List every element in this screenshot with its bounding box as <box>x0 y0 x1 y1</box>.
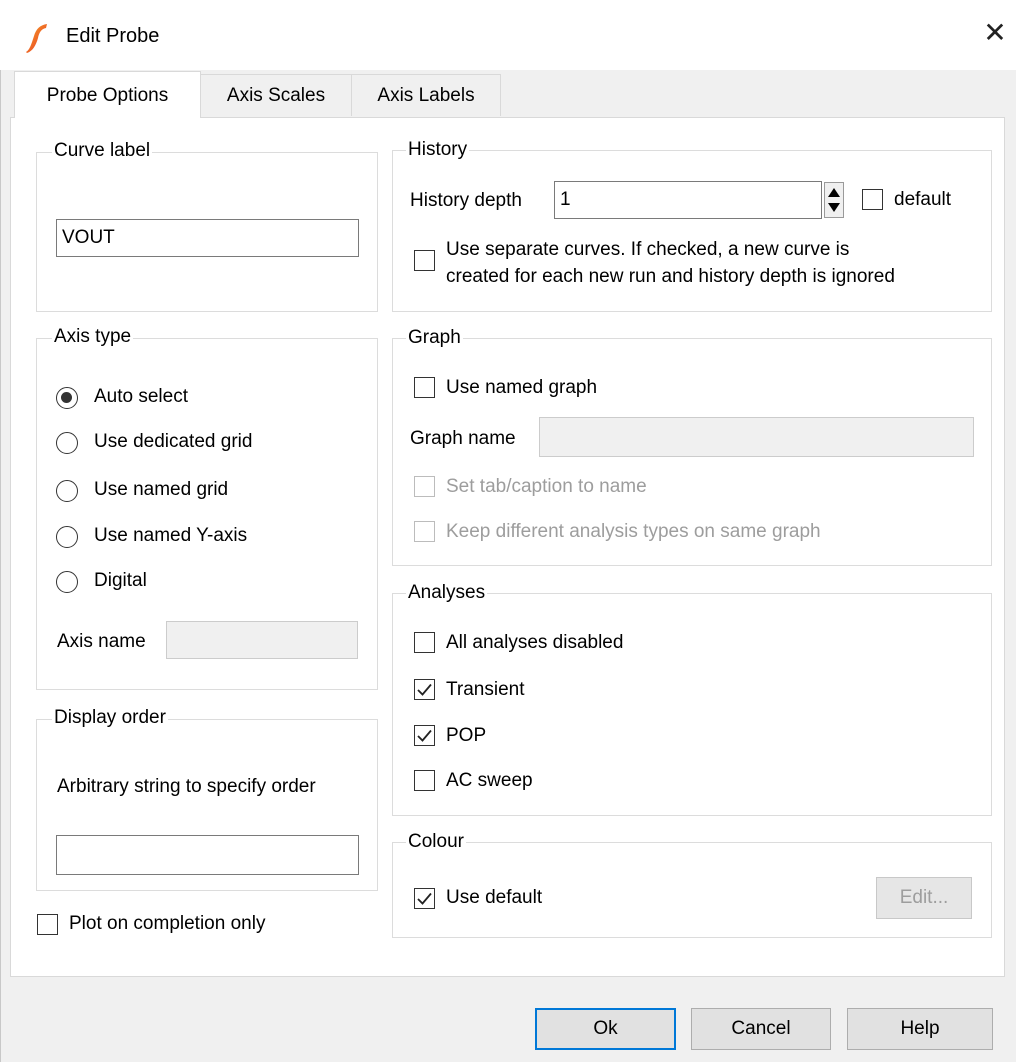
close-icon[interactable]: ✕ <box>980 18 1010 48</box>
tab-probe-options[interactable]: Probe Options <box>14 71 201 118</box>
separate-curves-label-line2: created for each new run and history dep… <box>446 266 895 287</box>
tab-axis-scales[interactable]: Axis Scales <box>200 74 352 116</box>
use-named-graph-label: Use named graph <box>446 377 598 398</box>
radio-auto-select-label: Auto select <box>94 386 188 407</box>
app-logo-icon <box>26 24 47 53</box>
history-default-checkbox[interactable] <box>862 189 883 210</box>
ac-sweep-label: AC sweep <box>446 770 533 791</box>
axis-name-input[interactable] <box>166 621 358 659</box>
radio-use-named-grid-label: Use named grid <box>94 479 229 500</box>
radio-digital[interactable] <box>56 571 78 593</box>
transient-label: Transient <box>446 679 525 700</box>
curve-label-input[interactable]: VOUT <box>56 219 359 257</box>
graph-name-label: Graph name <box>410 428 516 449</box>
checkmark-icon <box>417 729 432 742</box>
radio-use-dedicated-grid[interactable] <box>56 432 78 454</box>
plot-on-completion-checkbox[interactable] <box>37 914 58 935</box>
history-depth-input[interactable]: 1 <box>554 181 822 219</box>
help-button[interactable]: Help <box>847 1008 993 1050</box>
axis-name-label: Axis name <box>57 631 146 652</box>
keep-analysis-types-label: Keep different analysis types on same gr… <box>446 521 821 542</box>
edit-colour-button[interactable]: Edit... <box>876 877 972 919</box>
set-tab-caption-checkbox[interactable] <box>414 476 435 497</box>
colour-legend: Colour <box>406 831 466 853</box>
axis-type-legend: Axis type <box>52 326 134 348</box>
curve-label-legend: Curve label <box>52 140 153 162</box>
ok-button[interactable]: Ok <box>535 1008 676 1050</box>
separate-curves-label-line1: Use separate curves. If checked, a new c… <box>446 239 850 260</box>
use-default-colour-label: Use default <box>446 887 543 908</box>
history-depth-label: History depth <box>410 190 522 211</box>
radio-auto-select[interactable] <box>56 387 78 409</box>
plot-on-completion-label: Plot on completion only <box>69 913 266 934</box>
radio-use-named-grid[interactable] <box>56 480 78 502</box>
separate-curves-checkbox[interactable] <box>414 250 435 271</box>
use-named-graph-checkbox[interactable] <box>414 377 435 398</box>
checkmark-icon <box>417 683 432 696</box>
radio-use-dedicated-grid-label: Use dedicated grid <box>94 431 253 452</box>
window-title: Edit Probe <box>66 25 160 47</box>
tab-axis-labels[interactable]: Axis Labels <box>351 74 501 116</box>
history-legend: History <box>406 139 470 161</box>
transient-checkbox[interactable] <box>414 679 435 700</box>
all-analyses-disabled-checkbox[interactable] <box>414 632 435 653</box>
history-depth-spinner[interactable] <box>824 182 844 218</box>
display-order-description: Arbitrary string to specify order <box>57 776 316 797</box>
all-analyses-disabled-label: All analyses disabled <box>446 632 624 653</box>
display-order-input[interactable] <box>56 835 359 875</box>
window-border <box>0 70 1 1062</box>
keep-analysis-types-checkbox[interactable] <box>414 521 435 542</box>
pop-checkbox[interactable] <box>414 725 435 746</box>
ac-sweep-checkbox[interactable] <box>414 770 435 791</box>
use-default-colour-checkbox[interactable] <box>414 888 435 909</box>
radio-digital-label: Digital <box>94 570 147 591</box>
radio-use-named-y-axis-label: Use named Y-axis <box>94 525 248 546</box>
pop-label: POP <box>446 725 487 746</box>
graph-name-input[interactable] <box>539 417 974 457</box>
display-order-legend: Display order <box>52 707 168 729</box>
radio-use-named-y-axis[interactable] <box>56 526 78 548</box>
graph-legend: Graph <box>406 327 463 349</box>
cancel-button[interactable]: Cancel <box>691 1008 831 1050</box>
history-default-label: default <box>894 189 952 210</box>
analyses-legend: Analyses <box>406 582 488 604</box>
checkmark-icon <box>417 892 432 905</box>
set-tab-caption-label: Set tab/caption to name <box>446 476 647 497</box>
